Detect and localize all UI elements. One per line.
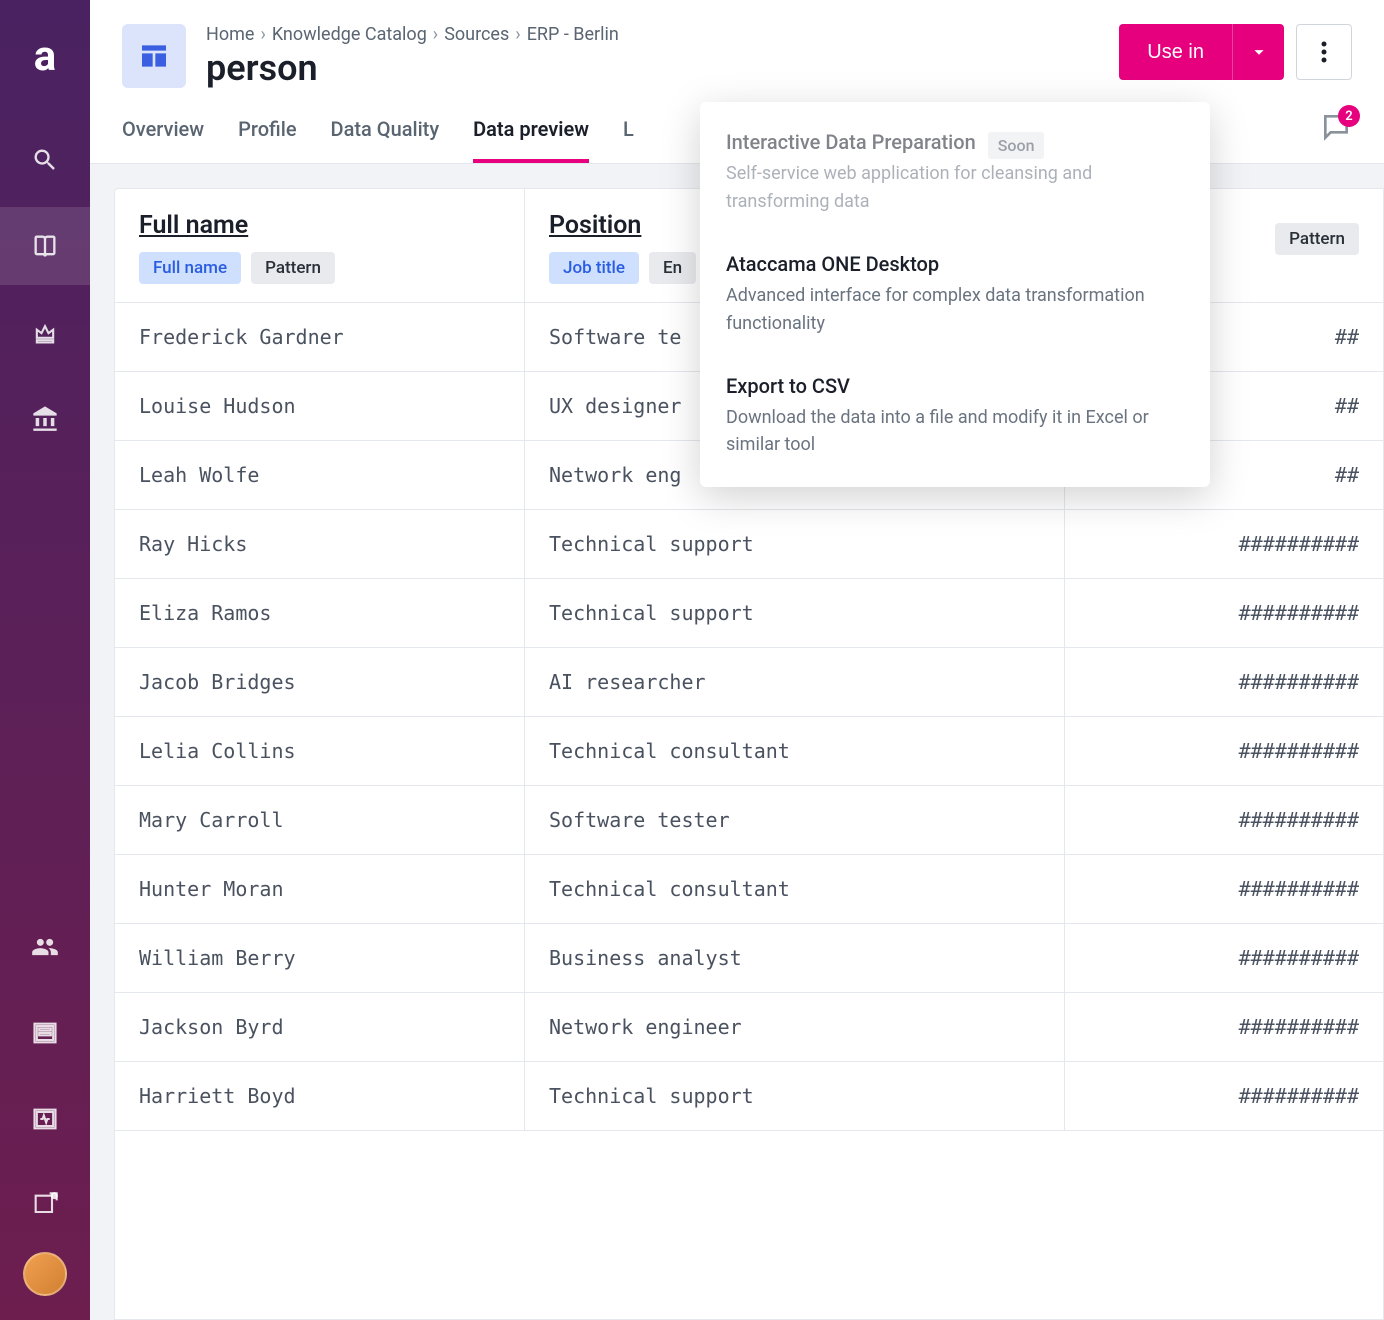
breadcrumb-item[interactable]: Sources <box>444 24 509 45</box>
main: Home› Knowledge Catalog› Sources› ERP - … <box>90 0 1384 1320</box>
table-row[interactable]: Ray HicksTechnical support########## <box>115 510 1383 579</box>
book-icon <box>31 232 59 260</box>
notification-icon <box>31 1191 59 1219</box>
header-actions: Use in <box>1119 24 1352 80</box>
term-chip[interactable]: Pattern <box>1275 223 1359 255</box>
term-chip[interactable]: Job title <box>549 252 639 284</box>
table-cell: ########## <box>1065 855 1383 923</box>
column-name: Full name <box>139 211 500 240</box>
comments-badge: 2 <box>1338 105 1360 127</box>
table-cell: ########## <box>1065 510 1383 578</box>
term-chip[interactable]: Full name <box>139 252 241 284</box>
more-actions-button[interactable] <box>1296 24 1352 80</box>
nav-quality[interactable] <box>0 293 90 371</box>
breadcrumb-item[interactable]: ERP - Berlin <box>527 24 619 45</box>
table-icon <box>138 40 170 72</box>
dropdown-item-title: Export to CSV <box>726 374 1184 398</box>
users-icon <box>31 933 59 961</box>
table-cell: Software tester <box>525 786 1065 854</box>
table-cell: ########## <box>1065 1062 1383 1130</box>
table-row[interactable]: Hunter MoranTechnical consultant########… <box>115 855 1383 924</box>
table-cell: AI researcher <box>525 648 1065 716</box>
dropdown-item-desktop[interactable]: Ataccama ONE Desktop Advanced interface … <box>700 234 1210 356</box>
table-cell: Technical support <box>525 510 1065 578</box>
table-cell: Leah Wolfe <box>115 441 525 509</box>
dots-vertical-icon <box>1321 40 1327 64</box>
table-row[interactable]: William BerryBusiness analyst########## <box>115 924 1383 993</box>
table-cell: Jacob Bridges <box>115 648 525 716</box>
dropdown-item-desc: Advanced interface for complex data tran… <box>726 282 1184 338</box>
table-cell: Technical support <box>525 1062 1065 1130</box>
table-cell: Ray Hicks <box>115 510 525 578</box>
table-cell: Network engineer <box>525 993 1065 1061</box>
table-cell: Lelia Collins <box>115 717 525 785</box>
user-avatar[interactable] <box>23 1252 67 1296</box>
nav-notifications[interactable] <box>0 1166 90 1244</box>
table-cell: ########## <box>1065 579 1383 647</box>
header: Home› Knowledge Catalog› Sources› ERP - … <box>90 0 1384 89</box>
dropdown-item-desc: Download the data into a file and modify… <box>726 404 1184 460</box>
table-row[interactable]: Jackson ByrdNetwork engineer########## <box>115 993 1383 1062</box>
term-chip[interactable]: En <box>649 252 696 284</box>
table-cell: ########## <box>1065 717 1383 785</box>
table-cell: ########## <box>1065 993 1383 1061</box>
table-row[interactable]: Eliza RamosTechnical support########## <box>115 579 1383 648</box>
nav-monitoring[interactable] <box>0 1080 90 1158</box>
table-cell: Jackson Byrd <box>115 993 525 1061</box>
crown-icon <box>31 318 59 346</box>
sidebar: a <box>0 0 90 1320</box>
table-cell: Mary Carroll <box>115 786 525 854</box>
table-cell: Louise Hudson <box>115 372 525 440</box>
table-cell: ########## <box>1065 924 1383 992</box>
comments-button[interactable]: 2 <box>1320 111 1352 147</box>
table-row[interactable]: Lelia CollinsTechnical consultant#######… <box>115 717 1383 786</box>
table-cell: ########## <box>1065 786 1383 854</box>
table-cell: Harriett Boyd <box>115 1062 525 1130</box>
table-cell: Eliza Ramos <box>115 579 525 647</box>
table-cell: Hunter Moran <box>115 855 525 923</box>
tab-overview[interactable]: Overview <box>122 117 204 163</box>
nav-governance[interactable] <box>0 379 90 457</box>
building-icon <box>31 404 59 432</box>
breadcrumb: Home› Knowledge Catalog› Sources› ERP - … <box>206 24 1099 45</box>
breadcrumb-item[interactable]: Home <box>206 24 254 45</box>
table-row[interactable]: Mary CarrollSoftware tester########## <box>115 786 1383 855</box>
tab-data-quality[interactable]: Data Quality <box>331 117 440 163</box>
pulse-icon <box>31 1105 59 1133</box>
table-row[interactable]: Jacob BridgesAI researcher########## <box>115 648 1383 717</box>
tab-more[interactable]: L <box>623 117 634 163</box>
table-cell: Frederick Gardner <box>115 303 525 371</box>
soon-badge: Soon <box>988 132 1045 159</box>
breadcrumb-item[interactable]: Knowledge Catalog <box>272 24 427 45</box>
dropdown-item-desc: Self-service web application for cleansi… <box>726 160 1184 216</box>
use-in-dropdown: Interactive Data Preparation Soon Self-s… <box>700 102 1210 487</box>
table-cell: Technical consultant <box>525 855 1065 923</box>
entity-type-icon <box>122 24 186 88</box>
nav-tasks[interactable] <box>0 994 90 1072</box>
list-icon <box>31 1019 59 1047</box>
term-chip[interactable]: Pattern <box>251 252 335 284</box>
nav-search[interactable] <box>0 121 90 199</box>
table-cell: Business analyst <box>525 924 1065 992</box>
use-in-dropdown-toggle[interactable] <box>1232 24 1284 80</box>
table-cell: Technical support <box>525 579 1065 647</box>
use-in-button[interactable]: Use in <box>1119 24 1232 80</box>
search-icon <box>31 146 59 174</box>
tab-profile[interactable]: Profile <box>238 117 296 163</box>
dropdown-item-data-prep: Interactive Data Preparation Soon Self-s… <box>700 112 1210 234</box>
nav-catalog[interactable] <box>0 207 90 285</box>
table-cell: ########## <box>1065 648 1383 716</box>
table-cell: William Berry <box>115 924 525 992</box>
table-cell: Technical consultant <box>525 717 1065 785</box>
dropdown-item-export-csv[interactable]: Export to CSV Download the data into a f… <box>700 356 1210 478</box>
dropdown-item-title: Ataccama ONE Desktop <box>726 252 1184 276</box>
nav-users[interactable] <box>0 908 90 986</box>
app-logo: a <box>34 32 56 81</box>
page-title: person <box>206 47 1099 89</box>
tab-data-preview[interactable]: Data preview <box>473 117 589 163</box>
chevron-down-icon <box>1248 41 1270 63</box>
table-row[interactable]: Harriett BoydTechnical support########## <box>115 1062 1383 1131</box>
column-header[interactable]: Full name Full name Pattern <box>115 189 525 302</box>
dropdown-item-title: Interactive Data Preparation <box>726 130 976 154</box>
